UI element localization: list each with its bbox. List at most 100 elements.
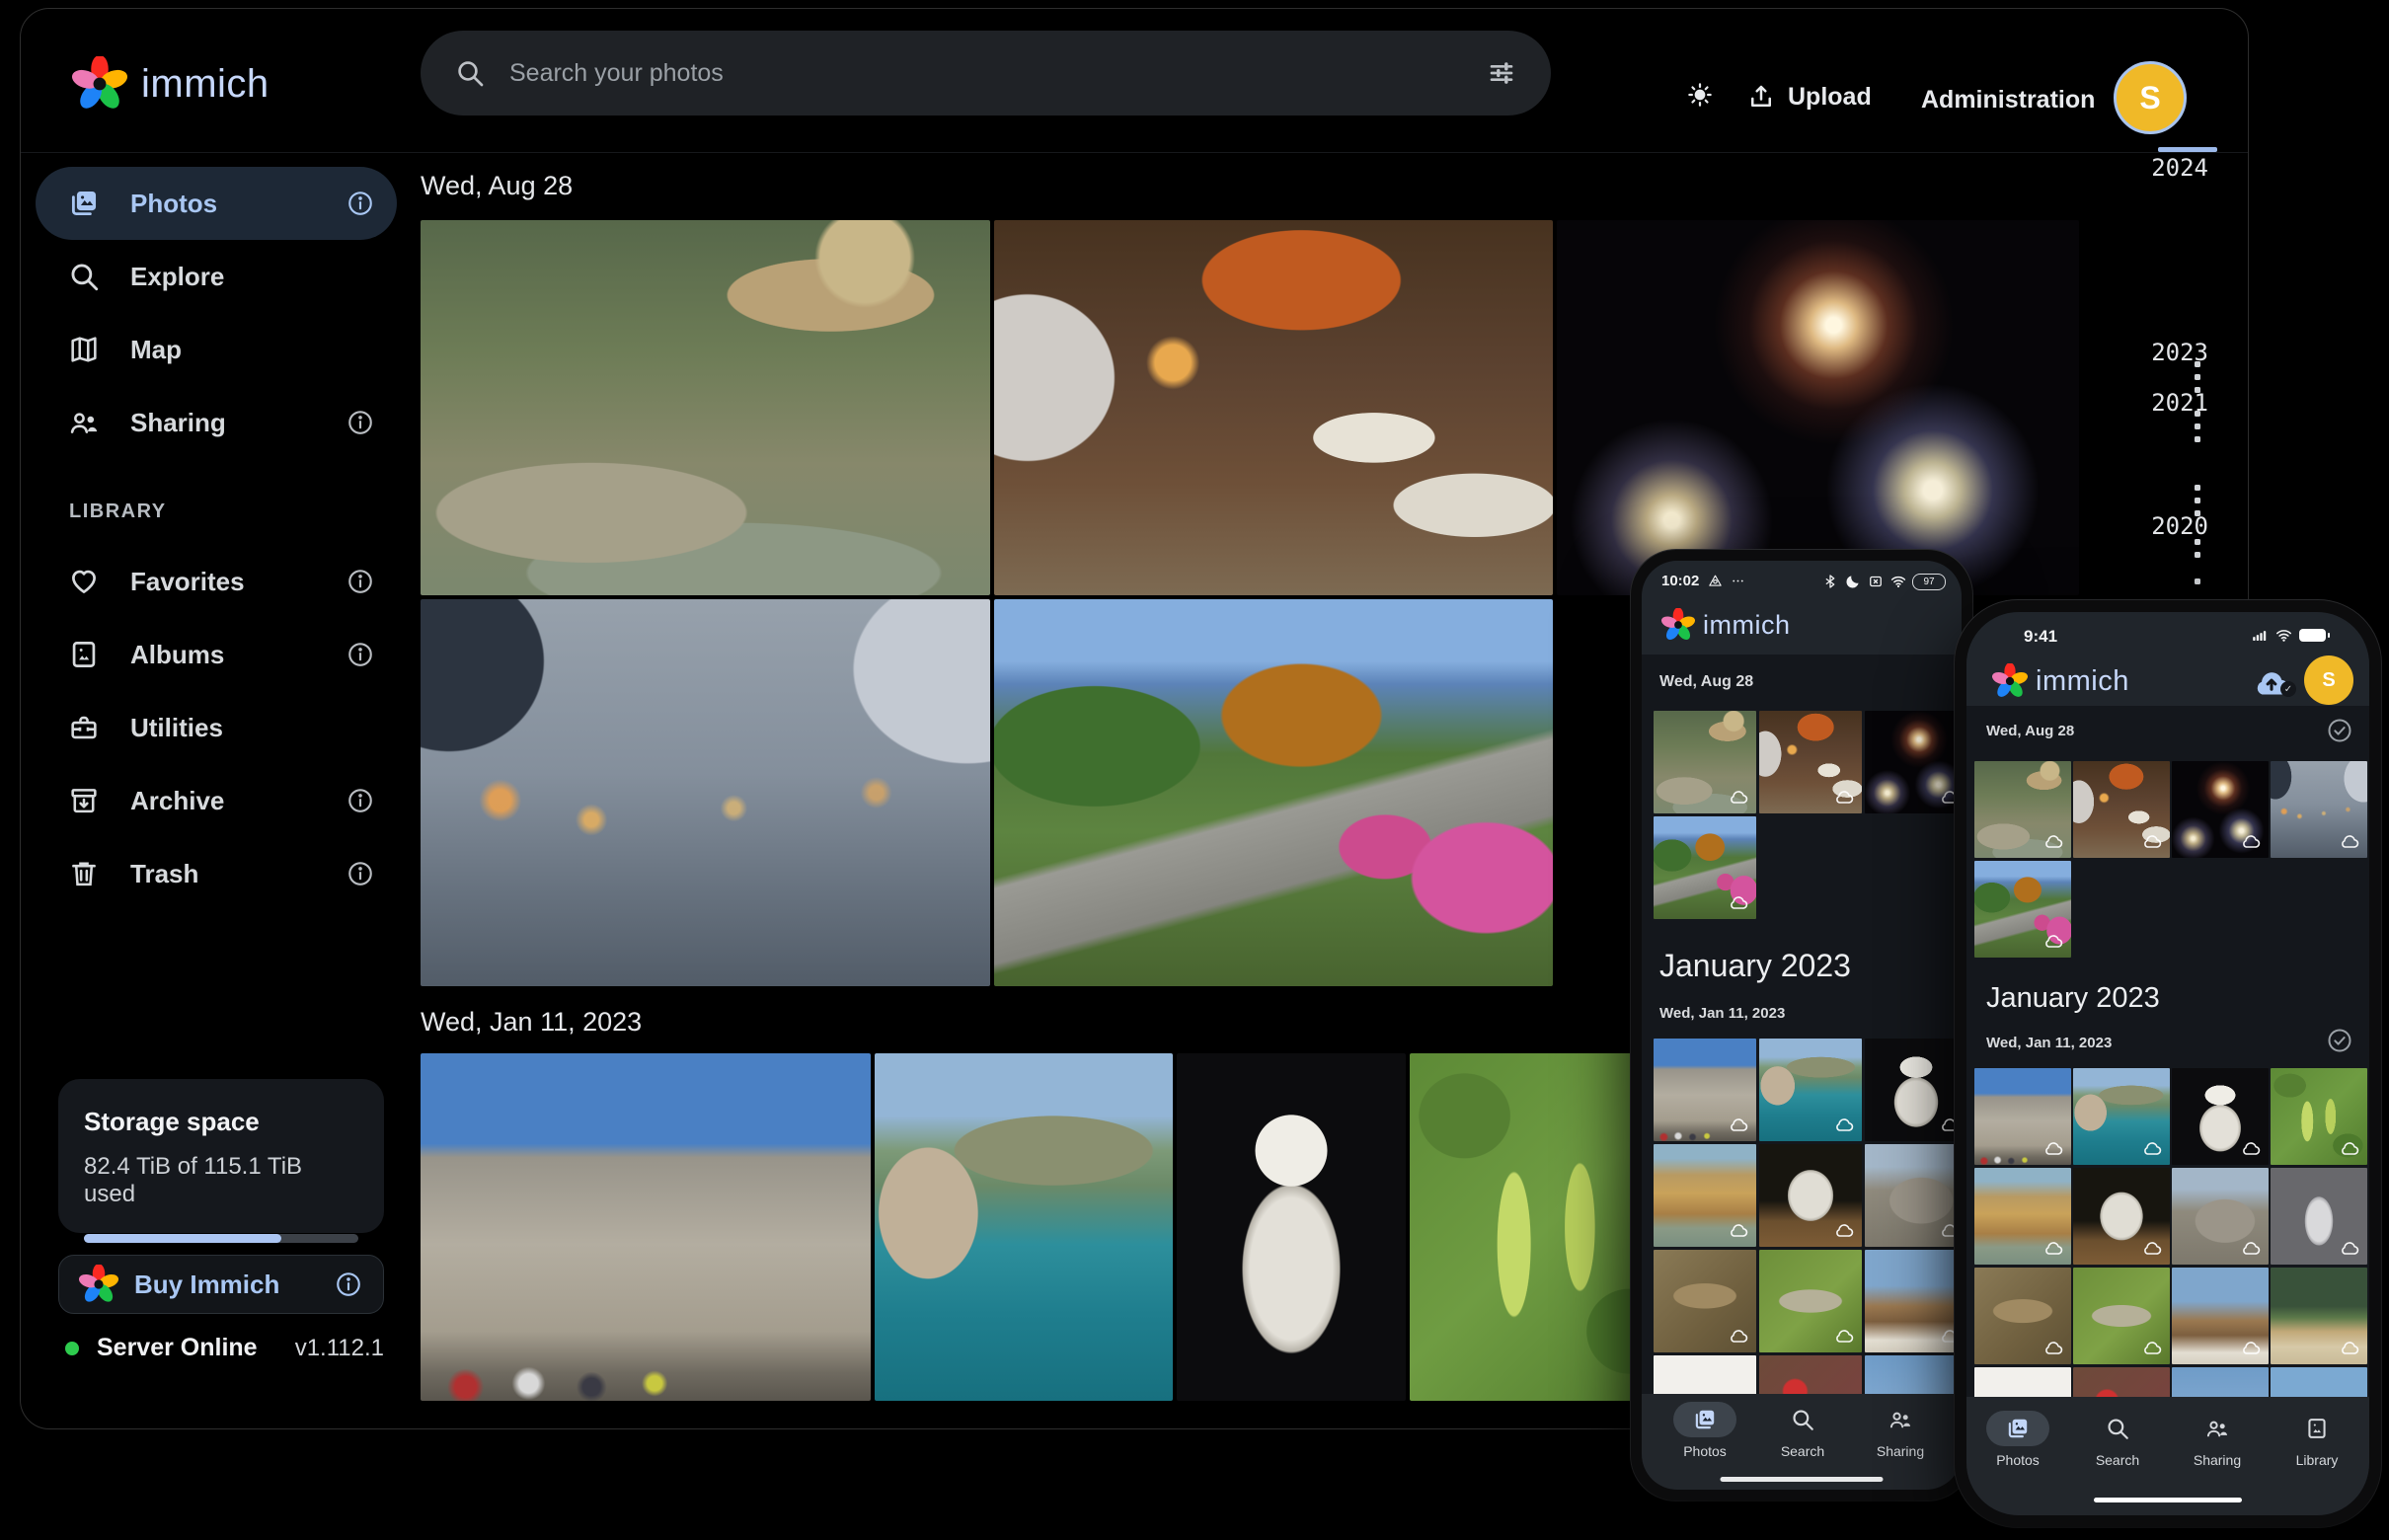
thumbnail-sculpture[interactable] <box>2073 1168 2170 1265</box>
info-icon[interactable] <box>346 640 375 669</box>
search-input[interactable] <box>507 58 1486 89</box>
nav-item-label: Sharing <box>1846 1443 1955 1459</box>
cloud-icon <box>1727 1324 1750 1348</box>
select-all-check-icon[interactable] <box>2326 1027 2353 1054</box>
photo-hands[interactable] <box>421 599 990 986</box>
sidebar-item-albums[interactable]: Albums <box>36 618 397 691</box>
thumbnail-monkeys[interactable] <box>1974 761 2071 858</box>
timeline-year-2024[interactable]: 2024 <box>2151 154 2208 182</box>
photo-fortress[interactable] <box>421 1053 871 1401</box>
cloud-icon <box>2042 829 2065 853</box>
sidebar-item-archive[interactable]: Archive <box>36 764 397 837</box>
thumbnail-coastal[interactable] <box>1759 1039 1862 1141</box>
thumbnail-alpine[interactable] <box>2271 1268 2367 1364</box>
photo-coastal[interactable] <box>875 1053 1173 1401</box>
nav-item-sharing[interactable]: Sharing <box>2163 1411 2272 1468</box>
thumbnail-ruins[interactable] <box>2172 1168 2269 1265</box>
sidebar-item-photos[interactable]: Photos <box>36 167 397 240</box>
info-icon[interactable] <box>346 189 375 218</box>
immich-logo[interactable]: immich <box>72 56 270 112</box>
home-indicator[interactable] <box>2094 1498 2242 1502</box>
administration-link[interactable]: Administration <box>1921 86 2095 115</box>
sidebar-item-favorites[interactable]: Favorites <box>36 545 397 618</box>
filter-tune-icon[interactable] <box>1486 57 1517 89</box>
cloud-sync-icon <box>2338 1336 2361 1359</box>
date-group-header: Wed, Aug 28 <box>421 171 2104 220</box>
thumbnail-fortress[interactable] <box>1654 1039 1756 1141</box>
timeline-year-2020[interactable]: 2020 <box>2151 512 2208 540</box>
photo-monkeys[interactable] <box>421 220 990 595</box>
android-bottom-nav: PhotosSearchSharing <box>1642 1394 1962 1490</box>
thumbnail-dinner[interactable] <box>1759 711 1862 813</box>
cloud-sync-icon <box>2140 1236 2164 1260</box>
info-icon[interactable] <box>346 786 375 815</box>
nav-item-photos[interactable]: Photos <box>1966 1411 2072 1468</box>
sidebar-item-label: Utilities <box>130 713 375 743</box>
thumbnail-village[interactable] <box>2172 1268 2269 1364</box>
nav-item-search[interactable]: Search <box>1748 1402 1857 1459</box>
sidebar-item-sharing[interactable]: Sharing <box>36 386 397 459</box>
user-avatar[interactable]: S <box>2304 655 2353 705</box>
thumbnail-village[interactable] <box>1865 1250 1962 1352</box>
buy-immich-button[interactable]: Buy Immich <box>58 1255 384 1314</box>
info-icon <box>346 408 375 437</box>
thumbnail-beach[interactable] <box>1974 1168 2071 1265</box>
thumbnail-lizard2[interactable] <box>2073 1268 2170 1364</box>
nav-item-sharing[interactable]: Sharing <box>1846 1402 1955 1459</box>
timeline-dot <box>2195 424 2200 429</box>
nav-item-photos[interactable]: Photos <box>1651 1402 1759 1459</box>
thumbnail-bust[interactable] <box>1865 1039 1962 1141</box>
cloud-sync-icon <box>2338 1236 2361 1260</box>
cloud-icon <box>2239 829 2263 853</box>
backup-cloud-icon[interactable]: ✓ <box>2249 659 2294 695</box>
sidebar-item-explore[interactable]: Explore <box>36 240 397 313</box>
photo-bust[interactable] <box>1177 1053 1406 1401</box>
thumbnail-trophy[interactable] <box>2271 1168 2367 1265</box>
thumbnail-autumn[interactable] <box>1654 816 1756 919</box>
cloud-icon <box>2140 1236 2164 1260</box>
thumbnail-fireworks[interactable] <box>1865 711 1962 813</box>
thumbnail-fortress[interactable] <box>1974 1068 2071 1165</box>
search-icon <box>2105 1416 2130 1441</box>
nav-item-library[interactable]: Library <box>2263 1411 2369 1468</box>
thumbnail-bust[interactable] <box>2172 1068 2269 1165</box>
timeline-dot <box>2195 552 2200 558</box>
sidebar-item-label: Photos <box>130 189 346 219</box>
people-icon <box>67 406 101 439</box>
thumbnail-coastal[interactable] <box>2073 1068 2170 1165</box>
sidebar: PhotosExploreMapSharing LIBRARY Favorite… <box>36 167 397 910</box>
cloud-sync-icon <box>2140 829 2164 853</box>
thumbnail-autumn[interactable] <box>1974 861 2071 958</box>
sidebar-item-trash[interactable]: Trash <box>36 837 397 910</box>
search-bar[interactable] <box>421 31 1551 116</box>
top-bar: immich Upload Administration S <box>21 9 2248 153</box>
sidebar-item-utilities[interactable]: Utilities <box>36 691 397 764</box>
trash-icon <box>67 857 101 890</box>
upload-button[interactable]: Upload <box>1746 82 1872 112</box>
info-icon[interactable] <box>334 1270 363 1299</box>
thumbnail-lizard1[interactable] <box>1974 1268 2071 1364</box>
nav-item-search[interactable]: Search <box>2063 1411 2172 1468</box>
home-indicator[interactable] <box>1721 1477 1884 1482</box>
thumbnail-beach[interactable] <box>1654 1144 1756 1247</box>
info-icon[interactable] <box>346 859 375 888</box>
thumbnail-monkeys[interactable] <box>1654 711 1756 813</box>
thumbnail-lizard1[interactable] <box>1654 1250 1756 1352</box>
thumbnail-hands[interactable] <box>2271 761 2367 858</box>
thumbnail-berries[interactable] <box>2271 1068 2367 1165</box>
immich-logo-icon <box>1992 663 2028 699</box>
thumbnail-fireworks[interactable] <box>2172 761 2269 858</box>
photo-autumn[interactable] <box>994 599 1553 986</box>
thumbnail-ruins[interactable] <box>1865 1144 1962 1247</box>
photos-icon <box>67 187 101 220</box>
photo-dinner[interactable] <box>994 220 1553 595</box>
thumbnail-lizard2[interactable] <box>1759 1250 1862 1352</box>
info-icon[interactable] <box>346 567 375 596</box>
select-all-check-icon[interactable] <box>2326 717 2353 744</box>
info-icon[interactable] <box>346 408 375 437</box>
theme-toggle-button[interactable] <box>1685 80 1715 110</box>
thumbnail-sculpture[interactable] <box>1759 1144 1862 1247</box>
photo-fireworks[interactable] <box>1557 220 2079 595</box>
sidebar-item-map[interactable]: Map <box>36 313 397 386</box>
thumbnail-dinner[interactable] <box>2073 761 2170 858</box>
